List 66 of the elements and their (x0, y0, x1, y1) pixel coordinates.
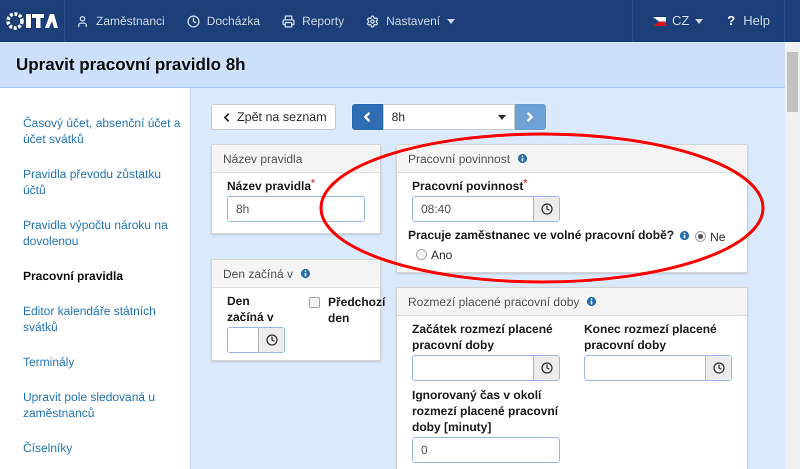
clock-icon (540, 362, 552, 374)
clock-button[interactable] (533, 356, 559, 380)
nav-item[interactable]: Zaměstnanci (65, 0, 176, 42)
clock-icon (266, 334, 278, 346)
clock-button[interactable] (258, 328, 284, 352)
help-icon: ? (727, 11, 736, 31)
clock-icon (540, 203, 552, 215)
info-icon (678, 229, 692, 242)
sidebar-link[interactable]: Časový účet, absenční účet a účet svátků (23, 115, 182, 147)
clock-button[interactable] (705, 356, 731, 380)
sidebar-link[interactable]: Terminály (23, 354, 182, 370)
caret-icon (498, 114, 506, 120)
printer-icon (282, 14, 296, 28)
clock-icon (712, 362, 724, 374)
rule-select[interactable]: 8h (382, 104, 515, 130)
sidebar-link[interactable]: Pravidla převodu zůstatku účtů (23, 166, 182, 198)
required-mark: * (523, 178, 528, 189)
info-icon (585, 295, 598, 308)
radio-label: Ne (710, 228, 726, 246)
field-label: Začátek rozmezí placené pracovní doby (412, 321, 554, 353)
field-label: Pracuje zaměstnanec ve volné pracovní době? (408, 228, 674, 242)
help-link[interactable]: ? Help (713, 0, 784, 42)
field-label: Den začíná v (227, 293, 275, 325)
time-value: 08:40 (420, 201, 452, 218)
radio-label: Ano (431, 246, 452, 264)
panel-title: Rozmezí placené pracovní doby (408, 294, 580, 310)
clock-icon (186, 14, 200, 28)
caret-icon (695, 18, 704, 24)
panel-title: Název pravidla (223, 150, 302, 168)
sidebar-link[interactable]: Upravit pole sledovaná u zaměstnanců (23, 389, 182, 421)
previous-button[interactable] (352, 104, 383, 130)
sidebar-link[interactable]: Pravidla výpočtu nároku na dovolenou (23, 217, 182, 249)
logo-icon (6, 12, 58, 30)
sidebar-link[interactable]: Číselníky (23, 440, 182, 456)
flag-icon (652, 16, 666, 26)
checkbox-label: Předchozí den (328, 294, 387, 326)
text-field[interactable]: 0 (412, 437, 560, 463)
settings-icon (366, 14, 380, 28)
field-label: Pracovní povinnost (412, 178, 524, 194)
panel-title: Den začíná v (223, 266, 294, 282)
panel-title: Pracovní povinnost (408, 150, 510, 168)
language-dropdown[interactable]: CZ (642, 0, 714, 42)
nav-item[interactable]: Docházka (176, 0, 272, 42)
radio-button[interactable] (416, 249, 427, 260)
required-mark: * (311, 178, 315, 189)
field-label: Konec rozmezí placené pracovní doby (584, 321, 718, 353)
back-button[interactable]: Zpět na seznam (211, 104, 336, 130)
radio-button[interactable] (695, 231, 706, 242)
info-icon (516, 152, 530, 165)
time-field[interactable] (412, 355, 560, 381)
text-field[interactable]: 8h (227, 196, 365, 222)
field-label: Ignorovaný čas v okolí rozmezí placené pracovní doby [minuty] (412, 387, 560, 435)
time-field[interactable]: 08:40 (412, 196, 560, 222)
page-title: Upravit pracovní pravidlo 8h (16, 54, 246, 76)
sidebar-link[interactable]: Editor kalendáře státních svátků (23, 303, 182, 335)
clock-button[interactable] (533, 197, 559, 221)
nav-item[interactable]: Nastavení (355, 0, 466, 42)
time-field[interactable] (227, 327, 285, 353)
time-field[interactable] (584, 355, 732, 381)
caret-icon (447, 18, 456, 24)
sidebar-link[interactable]: Pracovní pravidla (23, 268, 182, 284)
field-label: Název pravidla (227, 178, 312, 194)
info-icon (299, 267, 312, 280)
nav-item[interactable]: Reporty (271, 0, 356, 42)
user-icon (76, 14, 89, 28)
checkbox[interactable] (309, 297, 320, 308)
